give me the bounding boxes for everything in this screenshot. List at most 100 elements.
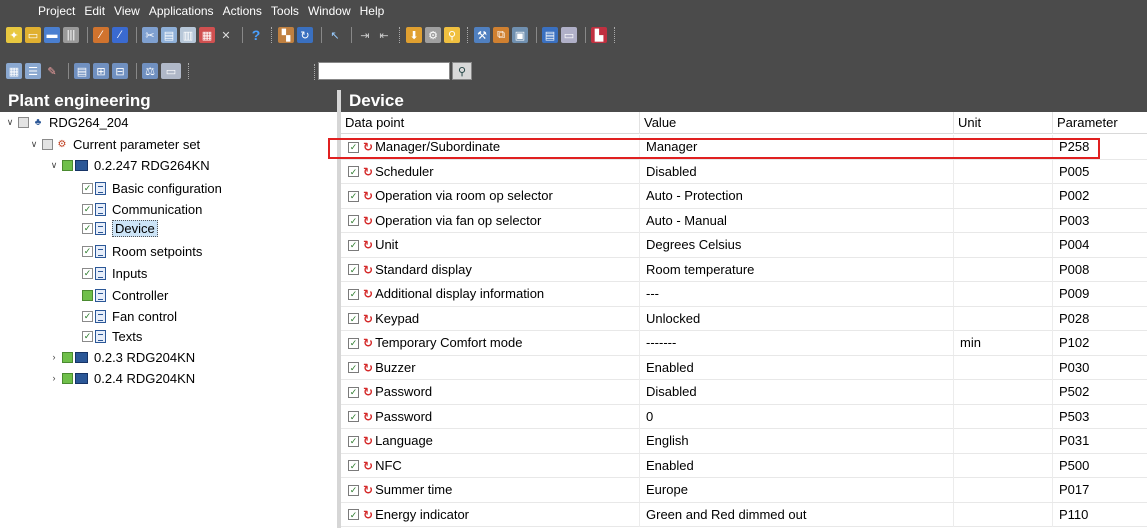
- data-point-cell[interactable]: ✓ ↻ Operation via room op selector: [341, 184, 640, 208]
- new-project-icon[interactable]: ✦: [6, 27, 22, 43]
- tree-node[interactable]: ∨ ⚙ Current parameter set: [28, 134, 200, 154]
- checkbox-icon[interactable]: ✓: [348, 141, 359, 153]
- refresh-icon[interactable]: ↻: [297, 27, 313, 43]
- data-point-cell[interactable]: ✓ ↻ Energy indicator: [341, 502, 640, 527]
- column-header-unit[interactable]: Unit: [954, 112, 1053, 134]
- column-header-value[interactable]: Value: [640, 112, 954, 134]
- checkbox-icon[interactable]: ✓: [348, 264, 359, 275]
- checkbox-icon[interactable]: ✓: [82, 203, 93, 215]
- value-cell[interactable]: Manager: [640, 135, 954, 159]
- data-point-cell[interactable]: ✓ ↻ Buzzer: [341, 355, 640, 380]
- checkbox-icon[interactable]: [82, 289, 93, 301]
- data-point-cell[interactable]: ✓ ↻ NFC: [341, 453, 640, 478]
- help-icon[interactable]: ?: [248, 27, 264, 43]
- checkbox-icon[interactable]: [62, 372, 73, 384]
- table-row[interactable]: ✓ ↻ Operation via room op selector Auto - P…: [341, 184, 1147, 209]
- table-row[interactable]: ✓ ↻ Scheduler Disabled P005: [341, 159, 1147, 184]
- data-point-cell[interactable]: ✓ ↻ Language: [341, 429, 640, 453]
- table-row[interactable]: ✓ ↻ Language English P031: [341, 429, 1147, 454]
- checkbox-icon[interactable]: [18, 116, 29, 128]
- table-row[interactable]: ✓ ↻ Unit Degrees Celsius P004: [341, 233, 1147, 258]
- data-point-cell[interactable]: ✓ ↻ Temporary Comfort mode: [341, 331, 640, 355]
- table-row[interactable]: ✓ ↻ Additional display information --- P009: [341, 282, 1147, 307]
- table-row[interactable]: ✓ ↻ Energy indicator Green and Red dimmed o…: [341, 502, 1147, 527]
- menu-project[interactable]: Project: [38, 4, 75, 18]
- align-icon[interactable]: ▤: [74, 63, 90, 79]
- data-point-cell[interactable]: ✓ ↻ Summer time: [341, 478, 640, 502]
- checkbox-icon[interactable]: ✓: [348, 215, 359, 226]
- search-input[interactable]: [318, 62, 450, 80]
- tree-node[interactable]: ✓ Communication: [82, 199, 202, 219]
- data-point-cell[interactable]: ✓ ↻ Standard display: [341, 257, 640, 282]
- checkbox-icon[interactable]: ✓: [82, 182, 93, 194]
- monitor-icon[interactable]: ▙: [591, 27, 607, 43]
- value-cell[interactable]: Enabled: [640, 453, 954, 478]
- table-row[interactable]: ✓ ↻ Password 0 P503: [341, 404, 1147, 429]
- hierarchy-icon[interactable]: ⊟: [112, 63, 128, 79]
- value-cell[interactable]: Disabled: [640, 159, 954, 184]
- paste-icon[interactable]: ▥: [180, 27, 196, 43]
- value-cell[interactable]: Enabled: [640, 355, 954, 380]
- checkbox-icon[interactable]: ✓: [82, 330, 93, 342]
- checkbox-icon[interactable]: ✓: [348, 435, 359, 447]
- table-row[interactable]: ✓ ↻ Summer time Europe P017: [341, 478, 1147, 503]
- checkbox-icon[interactable]: ✓: [348, 337, 359, 349]
- tools-icon[interactable]: ⚒: [474, 27, 490, 43]
- table-row[interactable]: ✓ ↻ Operation via fan op selector Auto - Ma…: [341, 208, 1147, 233]
- data-point-cell[interactable]: ✓ ↻ Scheduler: [341, 159, 640, 184]
- table-row[interactable]: ✓ ↻ Buzzer Enabled P030: [341, 355, 1147, 380]
- table-row[interactable]: ✓ ↻ Manager/Subordinate Manager P258: [341, 135, 1147, 160]
- search-icon[interactable]: ⚲: [444, 27, 460, 43]
- menu-tools[interactable]: Tools: [271, 4, 299, 18]
- toolbar-grip[interactable]: [314, 64, 317, 80]
- tree-node[interactable]: ✓ Room setpoints: [82, 241, 202, 261]
- data-point-cell[interactable]: ✓ ↻ Unit: [341, 233, 640, 257]
- menu-window[interactable]: Window: [308, 4, 351, 18]
- table-row[interactable]: ✓ ↻ Standard display Room temperature P008: [341, 257, 1147, 282]
- value-cell[interactable]: -------: [640, 331, 954, 355]
- value-cell[interactable]: English: [640, 429, 954, 453]
- download-icon[interactable]: ⬇: [406, 27, 422, 43]
- list-icon[interactable]: ▭: [561, 27, 577, 43]
- checkbox-icon[interactable]: [42, 138, 53, 150]
- table-row[interactable]: ✓ ↻ NFC Enabled P500: [341, 453, 1147, 478]
- tree-node[interactable]: ∨ ♣ RDG264_204: [4, 112, 129, 132]
- checkbox-icon[interactable]: ✓: [348, 484, 359, 496]
- toolbar-grip[interactable]: [271, 27, 274, 43]
- chevron-down-icon[interactable]: ∨: [48, 160, 60, 171]
- menu-applications[interactable]: Applications: [149, 4, 214, 18]
- report-icon[interactable]: ▤: [542, 27, 558, 43]
- tree-node[interactable]: ∨ 0.2.247 RDG264KN: [48, 155, 210, 175]
- checkbox-icon[interactable]: ✓: [348, 239, 359, 251]
- table-row[interactable]: ✓ ↻ Password Disabled P502: [341, 380, 1147, 405]
- network-icon[interactable]: ⧉: [493, 27, 509, 43]
- grid-icon[interactable]: ▦: [6, 63, 22, 79]
- checkbox-icon[interactable]: ✓: [348, 362, 359, 373]
- toolbar-grip[interactable]: [188, 63, 191, 79]
- export-icon[interactable]: ⇥: [357, 27, 373, 43]
- data-point-cell[interactable]: ✓ ↻ Additional display information: [341, 282, 640, 306]
- column-header-parameter[interactable]: Parameter: [1053, 112, 1147, 134]
- data-point-cell[interactable]: ✓ ↻ Password: [341, 380, 640, 404]
- scale-icon[interactable]: ⚖: [142, 63, 158, 79]
- menu-help[interactable]: Help: [360, 4, 385, 18]
- zone-icon[interactable]: ▭: [161, 63, 181, 79]
- chevron-right-icon[interactable]: ›: [48, 373, 60, 383]
- checkbox-icon[interactable]: ✓: [82, 267, 93, 279]
- chevron-right-icon[interactable]: ›: [48, 352, 60, 362]
- menu-actions[interactable]: Actions: [223, 4, 262, 18]
- checkbox-icon[interactable]: [62, 159, 73, 171]
- print-icon[interactable]: |||: [63, 27, 79, 43]
- list-view-icon[interactable]: ☰: [25, 63, 41, 79]
- data-point-cell[interactable]: ✓ ↻ Keypad: [341, 306, 640, 331]
- checkbox-icon[interactable]: ✓: [348, 460, 359, 471]
- value-cell[interactable]: Degrees Celsius: [640, 233, 954, 257]
- tree-node[interactable]: › 0.2.4 RDG204KN: [48, 368, 196, 388]
- value-cell[interactable]: 0: [640, 404, 954, 429]
- value-cell[interactable]: Disabled: [640, 380, 954, 404]
- checkbox-icon[interactable]: ✓: [82, 222, 93, 234]
- value-cell[interactable]: Room temperature: [640, 257, 954, 282]
- tree-icon[interactable]: ⊞: [93, 63, 109, 79]
- table-row[interactable]: ✓ ↻ Keypad Unlocked P028: [341, 306, 1147, 331]
- wand-icon[interactable]: ⁄: [93, 27, 109, 43]
